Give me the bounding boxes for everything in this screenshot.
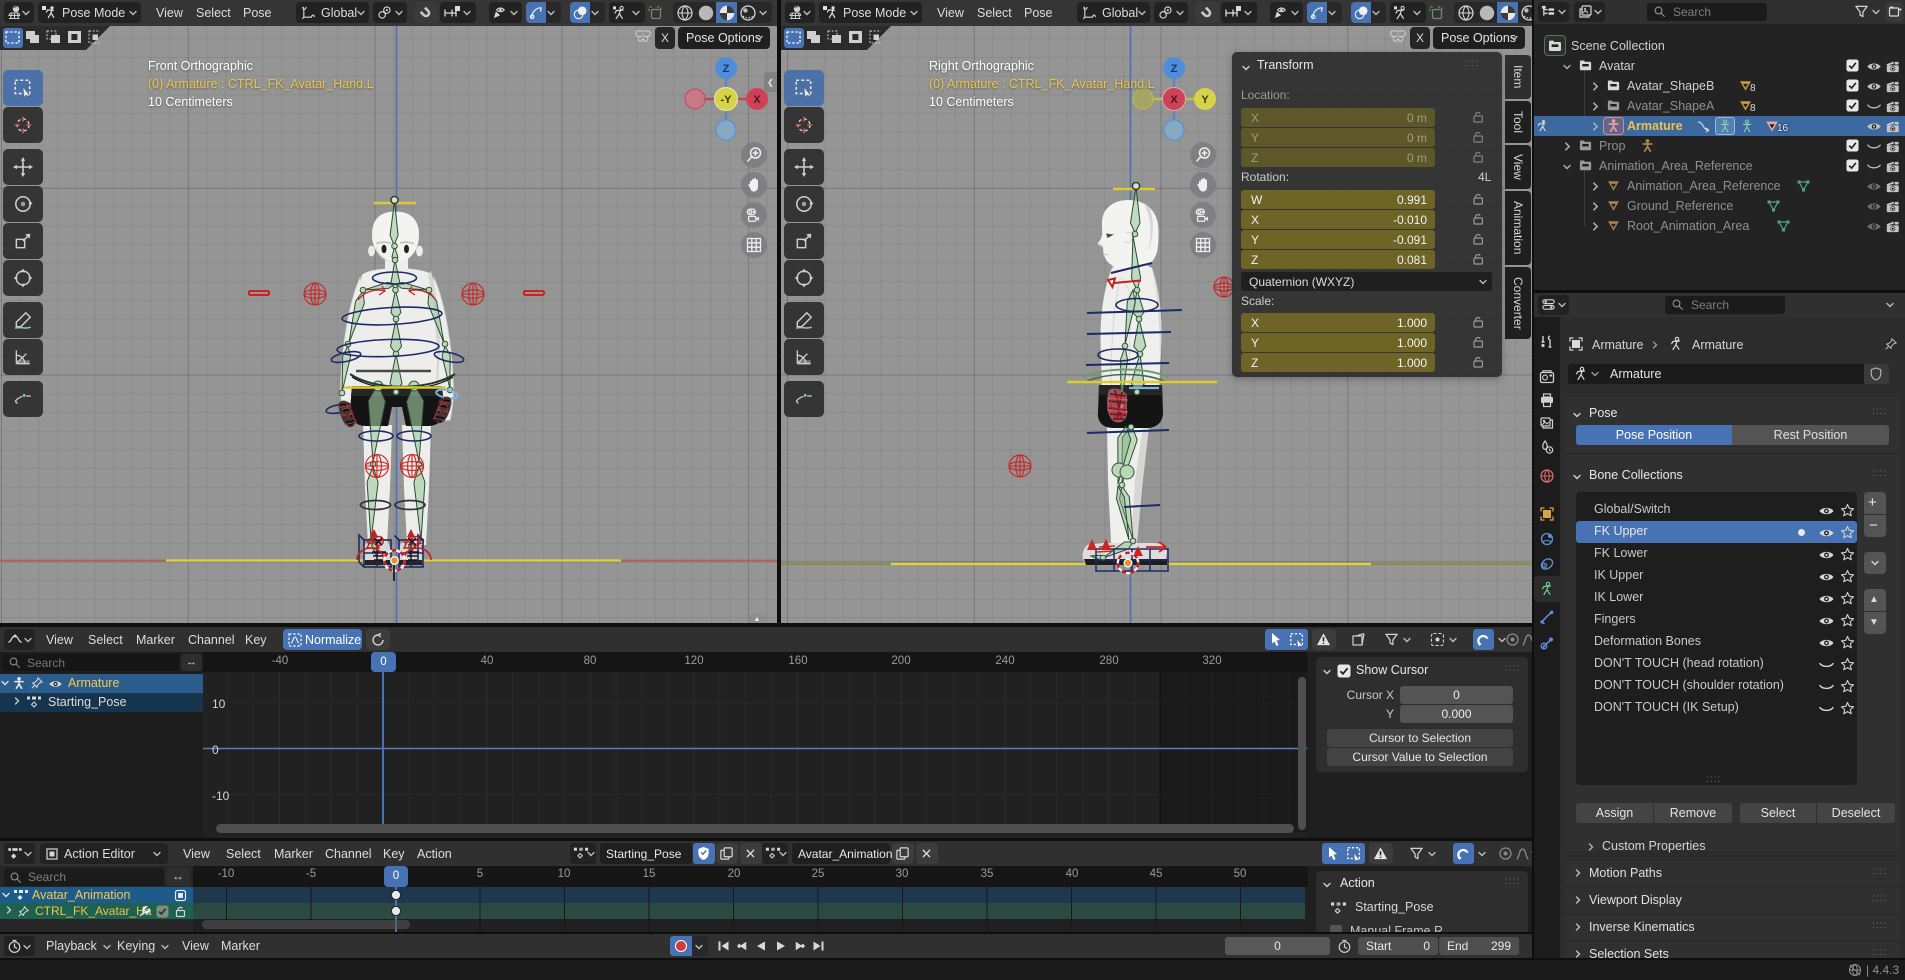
svg-text:-Y: -Y — [721, 94, 733, 106]
svg-text:Z: Z — [1171, 63, 1178, 75]
svg-text:Z: Z — [723, 63, 730, 75]
svg-text:X: X — [753, 94, 761, 106]
svg-text:Y: Y — [1201, 94, 1209, 106]
svg-text:X: X — [1170, 94, 1178, 106]
